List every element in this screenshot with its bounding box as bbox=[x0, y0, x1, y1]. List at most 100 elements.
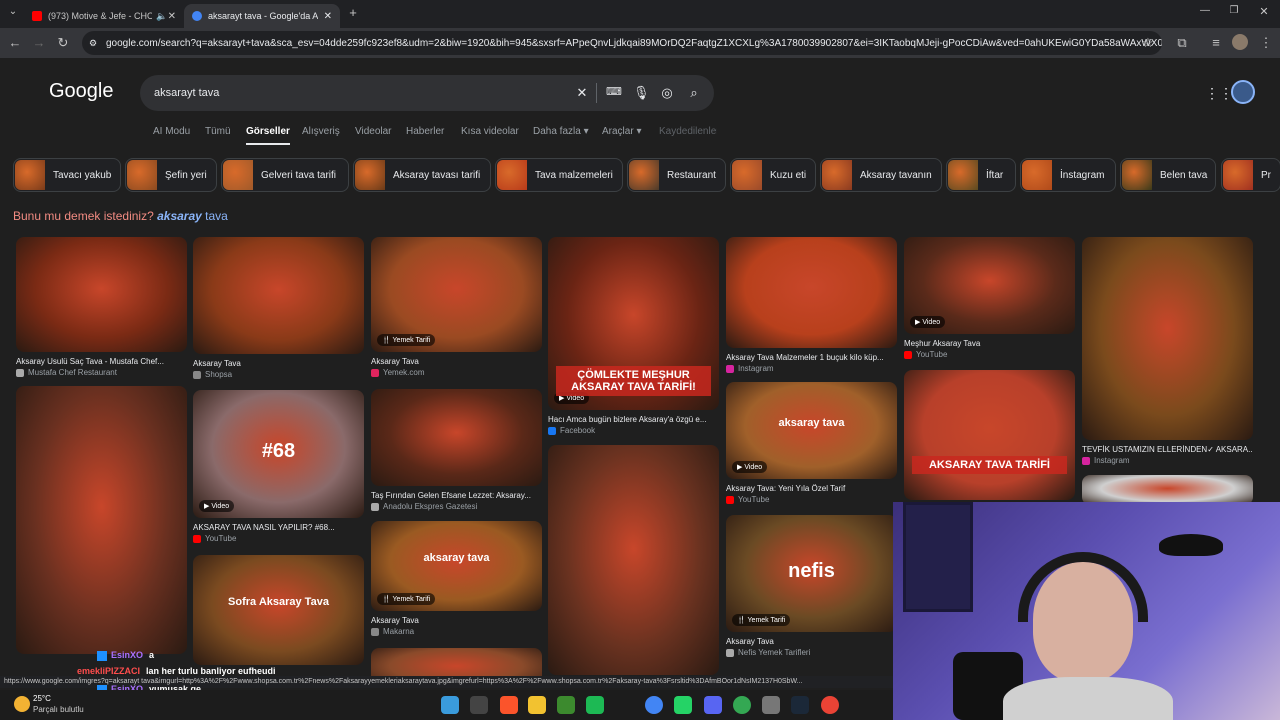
clear-icon[interactable]: ✕ bbox=[574, 85, 590, 101]
chrome-icon[interactable] bbox=[645, 696, 663, 714]
restore-icon[interactable]: ❐ bbox=[1226, 5, 1242, 16]
related-chip[interactable]: Belen tava bbox=[1120, 158, 1216, 192]
reading-list-icon[interactable]: ≡ bbox=[1208, 35, 1224, 50]
tab-short-videos[interactable]: Kısa videolar bbox=[461, 126, 519, 137]
bookmark-star-icon[interactable]: ☆ bbox=[1140, 35, 1156, 51]
result-caption[interactable]: AKSARAY TAVA NASIL YAPILIR? #68... bbox=[193, 523, 364, 532]
tab-close-icon[interactable]: ✕ bbox=[324, 11, 332, 22]
related-chip[interactable]: Kuzu eti bbox=[730, 158, 816, 192]
related-chip[interactable]: Restaurant bbox=[627, 158, 726, 192]
lens-icon[interactable]: ◎ bbox=[659, 85, 675, 101]
result-caption[interactable]: Meşhur Aksaray Tava bbox=[904, 339, 1075, 348]
tab-search-icon[interactable]: ⌄ bbox=[5, 6, 21, 17]
result-thumbnail[interactable]: Sofra Aksaray Tava bbox=[193, 555, 364, 665]
tab-shopping[interactable]: Alışveriş bbox=[302, 126, 340, 137]
site-info-icon[interactable]: ⚙ bbox=[89, 38, 97, 49]
result-source[interactable]: Yemek.com bbox=[371, 368, 425, 377]
result-caption[interactable]: Taş Fırından Gelen Efsane Lezzet: Aksara… bbox=[371, 491, 542, 500]
extensions-icon[interactable]: ⧉ bbox=[1174, 35, 1190, 51]
app-icon[interactable] bbox=[762, 696, 780, 714]
related-chip[interactable]: Pr bbox=[1221, 158, 1280, 192]
steam-icon[interactable] bbox=[791, 696, 809, 714]
result-source[interactable]: Mustafa Chef Restaurant bbox=[16, 368, 117, 377]
result-source[interactable]: Facebook bbox=[548, 426, 595, 435]
result-source[interactable]: Instagram bbox=[1082, 456, 1130, 465]
result-thumbnail[interactable] bbox=[1082, 475, 1253, 505]
start-icon[interactable] bbox=[441, 696, 459, 714]
related-chip[interactable]: Gelveri tava tarifi bbox=[221, 158, 349, 192]
whatsapp-icon[interactable] bbox=[674, 696, 692, 714]
result-caption[interactable]: Aksaray Tava bbox=[371, 616, 542, 625]
result-thumbnail[interactable] bbox=[1082, 237, 1253, 440]
result-caption[interactable]: Aksaray Tava bbox=[371, 357, 542, 366]
result-caption[interactable]: TEVFİK USTAMIZIN ELLERİNDEN✓ AKSARA... bbox=[1082, 445, 1253, 454]
brave-icon[interactable] bbox=[500, 696, 518, 714]
tab-more[interactable]: Daha fazla ▾ bbox=[533, 126, 589, 137]
chrome-active-icon[interactable] bbox=[821, 696, 839, 714]
account-avatar[interactable] bbox=[1231, 80, 1255, 104]
result-source[interactable]: Instagram bbox=[726, 364, 774, 373]
minecraft-icon[interactable] bbox=[557, 696, 575, 714]
tab-videos[interactable]: Videolar bbox=[355, 126, 392, 137]
related-chip[interactable]: İftar bbox=[946, 158, 1016, 192]
result-thumbnail[interactable]: 🍴 Yemek Tarifi aksaray tava bbox=[371, 521, 542, 611]
result-thumbnail[interactable] bbox=[16, 237, 187, 352]
result-source[interactable]: YouTube bbox=[904, 350, 947, 359]
result-caption[interactable]: Hacı Amca bugün bizlere Aksaray'a özgü e… bbox=[548, 415, 719, 424]
reload-icon[interactable]: ↻ bbox=[55, 35, 71, 51]
browser-tab-youtube[interactable]: (973) Motive & Jefe - CHO... 🔈 ✕ bbox=[24, 4, 184, 28]
file-explorer-icon[interactable] bbox=[528, 696, 546, 714]
forward-icon[interactable]: → bbox=[31, 35, 47, 50]
audio-icon[interactable]: 🔈 bbox=[156, 11, 167, 22]
browser-tab-google[interactable]: aksarayt tava - Google'da Ara ✕ bbox=[184, 4, 340, 28]
result-thumbnail[interactable]: 🍴 Yemek Tarifi nefis bbox=[726, 515, 897, 632]
search-icon[interactable]: ⌕ bbox=[686, 85, 702, 101]
result-caption[interactable]: Aksaray Tava Malzemeler 1 buçuk kilo küp… bbox=[726, 353, 897, 362]
result-thumbnail[interactable] bbox=[16, 386, 187, 654]
keyboard-icon[interactable]: ⌨ bbox=[606, 85, 622, 98]
result-caption[interactable]: Aksaray Usulü Saç Tava - Mustafa Chef... bbox=[16, 357, 187, 366]
minimize-icon[interactable]: — bbox=[1197, 5, 1213, 16]
result-source[interactable]: Nefis Yemek Tarifleri bbox=[726, 648, 810, 657]
result-caption[interactable]: Aksaray Tava: Yeni Yıla Özel Tarif bbox=[726, 484, 897, 493]
result-thumbnail[interactable]: ▶ Video aksaray tava bbox=[726, 382, 897, 479]
related-chip[interactable]: Aksaray tavanın bbox=[820, 158, 942, 192]
discord-icon[interactable] bbox=[704, 696, 722, 714]
result-source[interactable]: Anadolu Ekspres Gazetesi bbox=[371, 502, 477, 511]
result-thumbnail[interactable] bbox=[548, 445, 719, 675]
spotify-icon[interactable] bbox=[586, 696, 604, 714]
browser-menu-icon[interactable]: ⋮ bbox=[1258, 35, 1274, 51]
result-thumbnail[interactable] bbox=[726, 237, 897, 348]
google-logo[interactable]: Google bbox=[49, 80, 114, 103]
result-source[interactable]: Shopsa bbox=[193, 370, 232, 379]
microphone-icon[interactable]: 🎙 bbox=[633, 85, 650, 101]
profile-avatar[interactable] bbox=[1232, 34, 1248, 50]
result-thumbnail[interactable] bbox=[193, 237, 364, 354]
related-chip[interactable]: Tavacı yakub bbox=[13, 158, 121, 192]
apps-grid-icon[interactable]: ⋮⋮ bbox=[1205, 85, 1233, 102]
related-chip[interactable]: Aksaray tavası tarifi bbox=[353, 158, 491, 192]
result-thumbnail[interactable]: AKSARAY TAVA TARİFİ bbox=[904, 370, 1075, 500]
tab-close-icon[interactable]: ✕ bbox=[168, 11, 176, 22]
search-icon[interactable] bbox=[470, 696, 488, 714]
tab-saved[interactable]: Kaydedilenler bbox=[659, 126, 717, 137]
url-field[interactable]: ⚙ google.com/search?q=aksarayt+tava&sca_… bbox=[82, 31, 1162, 55]
suggestion-link[interactable]: aksaray tava bbox=[157, 209, 228, 223]
tab-images[interactable]: Görseller bbox=[246, 126, 290, 145]
search-input[interactable]: aksarayt tava bbox=[154, 87, 219, 99]
chrome-profile-icon[interactable] bbox=[733, 696, 751, 714]
tab-all[interactable]: Tümü bbox=[205, 126, 231, 137]
result-thumbnail[interactable]: ▶ Video #68 bbox=[193, 390, 364, 518]
result-thumbnail[interactable]: 🍴 Yemek Tarifi bbox=[371, 237, 542, 352]
result-source[interactable]: Makarna bbox=[371, 627, 414, 636]
related-chip[interactable]: Tava malzemeleri bbox=[495, 158, 623, 192]
result-thumbnail[interactable]: ▶ Video bbox=[904, 237, 1075, 334]
related-chip[interactable]: İnstagram bbox=[1020, 158, 1116, 192]
tab-tools[interactable]: Araçlar ▾ bbox=[602, 126, 641, 137]
result-thumbnail[interactable] bbox=[371, 389, 542, 486]
search-box[interactable]: aksarayt tava ✕ ⌨ 🎙 ◎ ⌕ bbox=[140, 75, 714, 111]
result-source[interactable]: YouTube bbox=[726, 495, 769, 504]
result-caption[interactable]: Aksaray Tava bbox=[193, 359, 364, 368]
new-tab-icon[interactable]: + bbox=[345, 5, 361, 20]
result-source[interactable]: YouTube bbox=[193, 534, 236, 543]
